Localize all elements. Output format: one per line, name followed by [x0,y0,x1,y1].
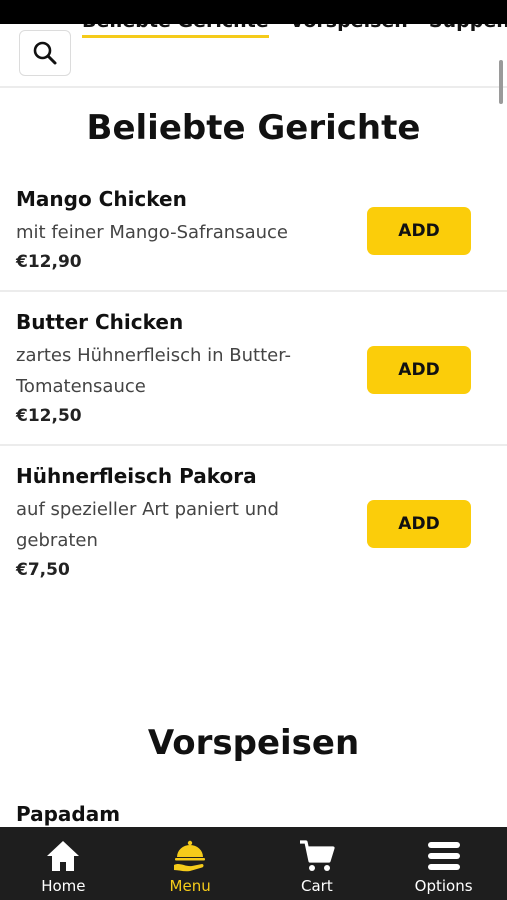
status-bar [0,0,507,24]
nav-cart-label: Cart [301,877,333,895]
add-button[interactable]: ADD [367,207,471,255]
bottom-nav: Home Menu Cart Options [0,827,507,900]
item-description: auf spezieller Art paniert und gebraten [16,499,279,551]
nav-home-label: Home [41,877,86,895]
item-name: Hühnerfleisch Pakora [16,464,257,488]
tab-vorspeisen[interactable]: Vorspeisen [290,24,408,35]
nav-home[interactable]: Home [0,827,127,900]
section-title-vorspeisen: Vorspeisen [147,723,360,763]
tab-suppen[interactable]: Suppen [429,24,507,35]
add-button[interactable]: ADD [367,500,471,548]
serving-dish-icon [171,837,209,875]
item-description: zartes Hühnerfleisch in Butter-Tomatensa… [16,345,291,397]
search-button[interactable] [19,30,71,76]
item-price: €7,50 [16,560,70,580]
divider [0,290,507,292]
add-button[interactable]: ADD [367,346,471,394]
section-title-beliebte-gerichte: Beliebte Gerichte [86,108,421,148]
nav-menu-label: Menu [169,877,211,895]
cart-icon [298,837,336,875]
category-header: Beliebte Gerichte Vorspeisen Suppen S [0,24,507,88]
tab-beliebte-gerichte[interactable]: Beliebte Gerichte [82,24,269,38]
nav-cart[interactable]: Cart [254,827,381,900]
item-price: €12,50 [16,406,82,426]
nav-options[interactable]: Options [380,827,507,900]
item-name: Butter Chicken [16,310,184,334]
nav-menu[interactable]: Menu [127,827,254,900]
item-price: €12,90 [16,252,82,272]
search-icon [33,41,57,65]
home-icon [44,837,82,875]
item-name: Papadam [16,802,121,826]
item-description: mit feiner Mango-Safransauce [16,222,288,243]
nav-options-label: Options [414,877,473,895]
divider [0,444,507,446]
item-name: Mango Chicken [16,187,187,211]
menu-bars-icon [425,837,463,875]
category-tabs: Beliebte Gerichte Vorspeisen Suppen S [82,24,507,50]
scrollbar[interactable] [499,60,503,104]
